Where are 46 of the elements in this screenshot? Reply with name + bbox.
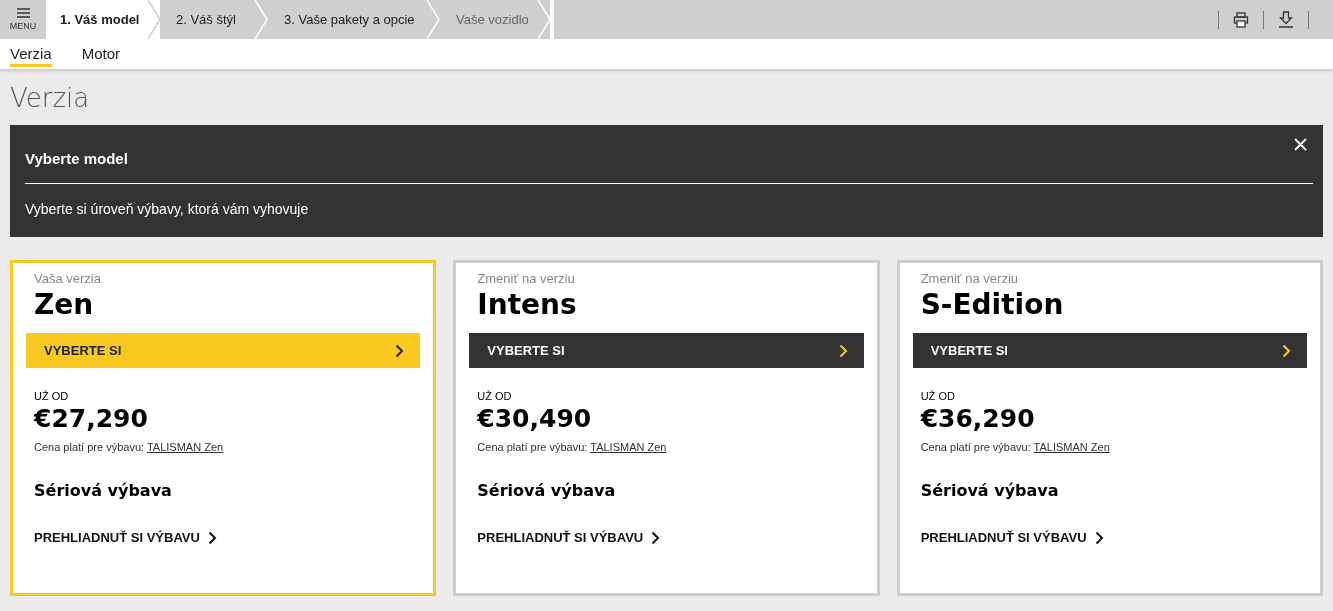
card-caption: Zmeniť na verziu [477,271,576,286]
banner-title: Vyberte model [25,149,128,169]
chevron-icon [838,343,848,358]
chevron-divider-icon [147,0,162,39]
equipment-link[interactable]: PREHLIADNUŤ SI VÝBAVU [920,530,1104,545]
version-name: Zen [34,288,95,321]
chevron-icon [1282,343,1291,358]
choose-button[interactable]: VYBERTE SI [912,333,1307,368]
sub-tab[interactable]: Motor [81,39,121,67]
price-label: UŽ OD [34,390,70,402]
price: €27,290 [34,404,149,433]
equipment-title: Sériová výbava [34,481,173,500]
version-name: Intens [477,288,578,321]
menu-icon [16,8,30,18]
menu-button[interactable]: MENU [0,0,46,39]
price-note: Cena platí pre výbavu: TALISMAN Zen [34,441,225,453]
chevron-icon [651,530,661,545]
price-note: Cena platí pre výbavu: TALISMAN Zen [477,441,668,453]
chevron-icon [207,530,217,545]
banner-text: Vyberte si úroveň výbavy, ktorá vám vyhovuje [25,201,309,217]
trim-link[interactable]: TALISMAN Zen [146,441,224,453]
equipment-link[interactable]: PREHLIADNUŤ SI VÝBAVU [477,530,661,545]
equipment-title: Sériová výbava [920,481,1060,500]
equipment-link[interactable]: PREHLIADNUŤ SI VÝBAVU [34,530,217,545]
price: €30,490 [477,404,593,433]
trim-link[interactable]: TALISMAN Zen [1033,441,1110,453]
price-label: UŽ OD [477,390,513,402]
price-label: UŽ OD [920,390,956,402]
card-caption: Zmeniť na verziu [920,271,1019,286]
chevron-icon [395,343,405,358]
choose-button[interactable]: VYBERTE SI [26,333,421,368]
sub-tab[interactable]: Verzia [10,39,52,67]
price-note: Cena platí pre výbavu: TALISMAN Zen [920,441,1111,453]
chevron-icon [1094,530,1104,545]
page-title: Verzia [10,83,91,113]
download-icon[interactable] [1278,11,1294,28]
trim-link[interactable]: TALISMAN Zen [590,441,667,453]
menu-label: MENU [9,21,37,31]
close-icon[interactable] [1294,138,1307,151]
card-caption: Vaša verzia [34,271,102,286]
version-name: S-Edition [920,288,1065,321]
choose-button[interactable]: VYBERTE SI [469,333,864,368]
step-tab[interactable]: 1. Váš model [46,0,160,39]
print-icon[interactable] [1233,11,1249,28]
price: €36,290 [920,404,1036,433]
equipment-title: Sériová výbava [477,481,617,500]
